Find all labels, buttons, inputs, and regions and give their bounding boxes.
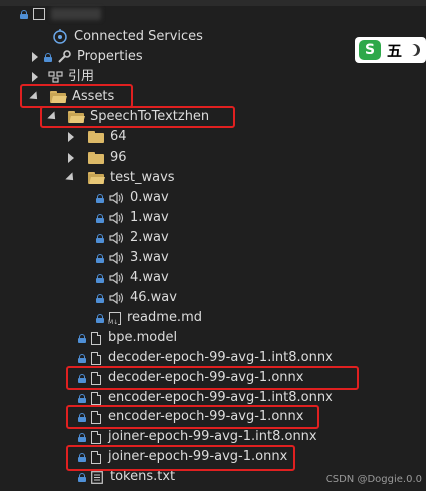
- connected-services-icon: [53, 29, 67, 44]
- audio-file-icon: [109, 212, 124, 224]
- tree-item-label: decoder-epoch-99-avg-1.int8.onnx: [108, 350, 333, 365]
- tree-item-wav[interactable]: 3.wav: [96, 248, 169, 268]
- expand-chevron-icon[interactable]: [66, 153, 76, 163]
- tree-item-wav[interactable]: 4.wav: [96, 268, 169, 288]
- highlight-box-speechtotextzhen: [40, 106, 235, 128]
- tree-item-connected-services[interactable]: Connected Services: [52, 27, 203, 47]
- tree-item-label: readme.md: [127, 310, 202, 325]
- audio-file-icon: [109, 292, 124, 304]
- lock-icon: [96, 213, 104, 223]
- tree-item-file[interactable]: decoder-epoch-99-avg-1.int8.onnx: [78, 348, 333, 368]
- tree-item-label: Properties: [77, 49, 143, 64]
- tree-item-wav[interactable]: 1.wav: [96, 208, 169, 228]
- tree-item-test-wavs[interactable]: test_wavs: [65, 168, 175, 188]
- tree-item-wav[interactable]: 46.wav: [96, 288, 177, 308]
- highlight-box-assets: [20, 84, 133, 108]
- collapse-chevron-icon[interactable]: [65, 172, 77, 184]
- tree-item-label: 96: [110, 150, 127, 165]
- expand-chevron-icon[interactable]: [66, 132, 76, 142]
- lock-icon: [78, 333, 86, 343]
- lock-icon: [96, 193, 104, 203]
- folder-open-icon: [88, 172, 105, 184]
- tree-item-label: 2.wav: [130, 230, 169, 245]
- tree-item-folder-64[interactable]: 64: [66, 127, 127, 147]
- tree-item-properties[interactable]: Properties: [30, 47, 143, 67]
- file-icon: [91, 351, 101, 365]
- tree-item-file[interactable]: joiner-epoch-99-avg-1.int8.onnx: [78, 427, 317, 447]
- ime-mode-char: 五: [387, 41, 403, 60]
- file-icon: [91, 391, 101, 405]
- file-icon: [91, 331, 101, 345]
- file-icon: [91, 430, 101, 444]
- lock-icon: [78, 472, 86, 482]
- lock-icon: [96, 273, 104, 283]
- wrench-icon: [58, 50, 71, 63]
- lock-icon: [20, 9, 28, 19]
- tree-item-label: 1.wav: [130, 210, 169, 225]
- tree-item-label: bpe.model: [108, 330, 178, 345]
- lock-icon: [44, 52, 52, 62]
- tree-item-label: 4.wav: [130, 270, 169, 285]
- expand-chevron-icon[interactable]: [30, 72, 40, 82]
- tree-item-folder-96[interactable]: 96: [66, 148, 127, 168]
- tree-item-file[interactable]: bpe.model: [78, 328, 177, 348]
- audio-file-icon: [109, 232, 124, 244]
- tree-item-label: 0.wav: [130, 190, 169, 205]
- highlight-box-joiner: [66, 445, 295, 471]
- tree-item-wav[interactable]: 0.wav: [96, 188, 169, 208]
- audio-file-icon: [109, 272, 124, 284]
- lock-icon: [96, 253, 104, 263]
- text-file-icon: [91, 470, 103, 484]
- audio-file-icon: [109, 192, 124, 204]
- tree-item-label: joiner-epoch-99-avg-1.int8.onnx: [108, 429, 317, 444]
- ime-toolbar[interactable]: S 五: [355, 37, 426, 63]
- lock-icon: [78, 393, 86, 403]
- ime-logo-icon: S: [359, 40, 381, 60]
- tree-item-label: 3.wav: [130, 250, 169, 265]
- highlight-box-decoder: [66, 366, 359, 390]
- tree-item-label: Connected Services: [74, 29, 203, 44]
- moon-icon: [408, 44, 421, 56]
- tree-item-readme[interactable]: M↓ readme.md: [96, 308, 202, 328]
- tree-item-label: 46.wav: [130, 290, 177, 305]
- expand-chevron-icon[interactable]: [30, 52, 40, 62]
- tree-item-label: test_wavs: [110, 170, 175, 185]
- audio-file-icon: [109, 252, 124, 264]
- folder-icon: [88, 131, 104, 143]
- tree-item-label: 64: [110, 129, 127, 144]
- references-icon: [48, 71, 63, 83]
- project-name-redacted: [51, 8, 101, 20]
- lock-icon: [78, 353, 86, 363]
- csharp-project-icon: [33, 8, 45, 20]
- lock-icon: [96, 293, 104, 303]
- lock-icon: [96, 233, 104, 243]
- markdown-file-icon: M↓: [108, 311, 121, 326]
- project-root[interactable]: [20, 4, 101, 24]
- folder-icon: [88, 152, 104, 164]
- tree-item-wav[interactable]: 2.wav: [96, 228, 169, 248]
- watermark: CSDN @Doggie.0.0: [325, 474, 422, 485]
- lock-icon: [78, 432, 86, 442]
- highlight-box-encoder: [66, 405, 319, 429]
- lock-icon: [96, 313, 104, 323]
